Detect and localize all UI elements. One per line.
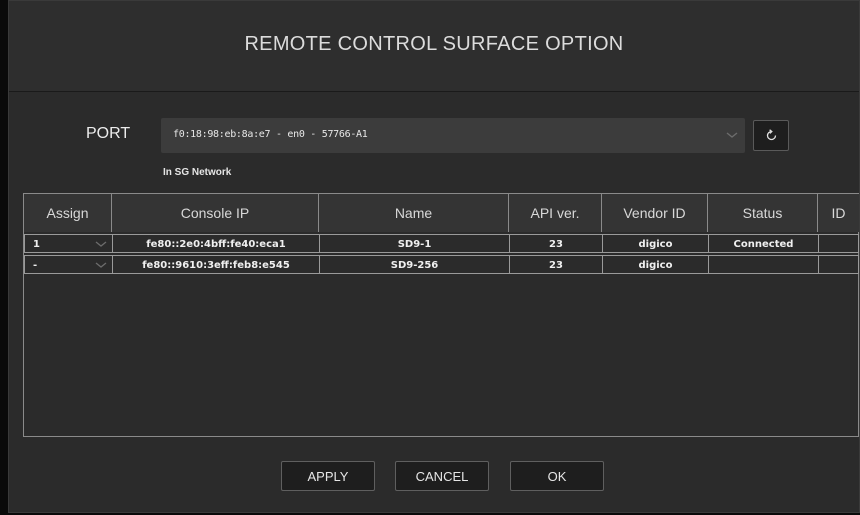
port-label: PORT — [86, 125, 131, 142]
ok-button[interactable]: OK — [510, 461, 604, 491]
remote-control-surface-dialog: REMOTE CONTROL SURFACE OPTION PORT f0:18… — [8, 0, 860, 513]
header-status[interactable]: Status — [708, 194, 818, 232]
cell-id — [818, 234, 859, 253]
cell-api-ver: 23 — [509, 255, 603, 274]
cell-api-ver: 23 — [509, 234, 603, 253]
refresh-icon — [766, 129, 777, 141]
header-assign[interactable]: Assign — [24, 194, 112, 232]
cell-name: SD9-256 — [319, 255, 510, 274]
header-name[interactable]: Name — [319, 194, 509, 232]
assign-select[interactable]: - — [24, 255, 113, 274]
dialog-title: REMOTE CONTROL SURFACE OPTION — [244, 33, 624, 55]
cell-status: Connected — [708, 234, 819, 253]
console-table: Assign Console IP Name API ver. Vendor I… — [23, 193, 859, 437]
cancel-button[interactable]: CANCEL — [395, 461, 489, 491]
header-api-ver[interactable]: API ver. — [509, 194, 602, 232]
cell-status — [708, 255, 819, 274]
apply-button[interactable]: APPLY — [281, 461, 375, 491]
assign-value: - — [33, 260, 38, 271]
button-bar: APPLY CANCEL OK — [9, 461, 859, 491]
title-bar: REMOTE CONTROL SURFACE OPTION — [9, 1, 859, 92]
window-edge — [0, 0, 8, 515]
cell-console-ip: fe80::9610:3eff:feb8:e545 — [112, 255, 320, 274]
assign-value: 1 — [33, 239, 40, 250]
table-row[interactable]: - fe80::9610:3eff:feb8:e545 SD9-256 23 d… — [24, 255, 859, 274]
chevron-down-icon — [95, 241, 107, 247]
assign-select[interactable]: 1 — [24, 234, 113, 253]
network-status-text: In SG Network — [163, 167, 232, 178]
header-id[interactable]: ID — [818, 194, 859, 232]
header-vendor-id[interactable]: Vendor ID — [602, 194, 708, 232]
cell-vendor-id: digico — [602, 255, 709, 274]
cell-name: SD9-1 — [319, 234, 510, 253]
port-select[interactable]: f0:18:98:eb:8a:e7 - en0 - 57766-A1 — [161, 118, 745, 153]
cell-vendor-id: digico — [602, 234, 709, 253]
chevron-down-icon — [95, 262, 107, 268]
cell-id — [818, 255, 859, 274]
cell-console-ip: fe80::2e0:4bff:fe40:eca1 — [112, 234, 320, 253]
port-select-value: f0:18:98:eb:8a:e7 - en0 - 57766-A1 — [173, 129, 368, 140]
header-console-ip[interactable]: Console IP — [112, 194, 319, 232]
refresh-button[interactable] — [753, 120, 789, 151]
chevron-down-icon — [726, 132, 738, 138]
table-row[interactable]: 1 fe80::2e0:4bff:fe40:eca1 SD9-1 23 digi… — [24, 234, 859, 253]
